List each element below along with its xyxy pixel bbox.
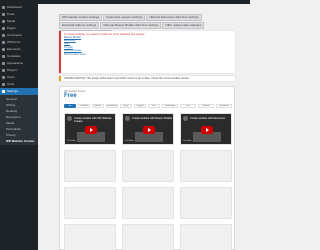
wrench-icon: [2, 83, 5, 86]
main-content: WP website creator settings Customize sup…: [40, 4, 250, 250]
category-filter: All Tutorials Beaver Elementor Brizy Oxygen Di…: [64, 104, 232, 108]
sidebar-item-label: Posts: [7, 12, 15, 16]
youtube-label: YouTube: [125, 140, 134, 142]
category-button[interactable]: Gutenberg: [162, 104, 178, 108]
play-icon[interactable]: [143, 126, 155, 134]
template-grid: Create website with WP Website Creator Yo…: [64, 113, 232, 250]
submenu-item-wp-website-creator[interactable]: WP Website Creator: [0, 138, 38, 144]
video-title: Create website with Beaver Builder: [132, 117, 173, 120]
sidebar-item-dashboard[interactable]: Dashboard: [0, 4, 38, 11]
video-title: Create website with Elementor: [190, 117, 226, 120]
category-button[interactable]: Essential Addons: [216, 104, 232, 108]
play-icon[interactable]: [201, 126, 213, 134]
elementor-icon: [2, 48, 5, 51]
youtube-label: YouTube: [67, 140, 76, 142]
category-button[interactable]: Divi: [148, 104, 160, 108]
tab-ultimate-beaver-builder-add-ons-settings[interactable]: Ultimate Beaver Builder Add-Ons settings: [100, 22, 162, 29]
template-placeholder-card[interactable]: [180, 150, 232, 182]
sidebar-item-tools[interactable]: Tools: [0, 81, 38, 88]
sidebar-item-users[interactable]: Users: [0, 74, 38, 81]
template-placeholder-card[interactable]: [180, 187, 232, 219]
tutorial-video-card[interactable]: Create website with WP Website Creator Yo…: [64, 113, 116, 145]
form-icon: [2, 41, 5, 44]
plugin-link[interactable]: Live Composer: [64, 49, 232, 52]
settings-icon: [2, 90, 5, 93]
sidebar-item-label: Templates: [7, 54, 21, 58]
category-button[interactable]: Elementor: [106, 104, 118, 108]
admin-sidebar: Dashboard Posts Media Pages Comments WPForms E…: [0, 4, 38, 250]
plugin-icon: [2, 69, 5, 72]
sidebar-item-label: Users: [7, 75, 15, 79]
sidebar-item-wpforms[interactable]: WPForms: [0, 39, 38, 46]
template-placeholder-card[interactable]: [64, 187, 116, 219]
settings-submenu: General Writing Reading Discussion Media Perm…: [0, 95, 38, 145]
tab-essential-addons-settings[interactable]: Essential Addons settings: [59, 22, 100, 29]
sidebar-item-comments[interactable]: Comments: [0, 32, 38, 39]
sidebar-item-label: WPForms: [7, 40, 21, 44]
pin-icon: [2, 13, 5, 16]
sidebar-item-label: Elementor: [7, 47, 21, 51]
template-placeholder-card[interactable]: [122, 150, 174, 182]
dashboard-icon: [2, 6, 5, 9]
category-button[interactable]: Ultimate Addons: [198, 104, 214, 108]
sidebar-item-label: Settings: [7, 89, 18, 93]
tutorial-video-card[interactable]: Create website with Elementor YouTube: [180, 113, 232, 145]
tab-wp-website-creator-settings[interactable]: WP website creator settings: [59, 14, 103, 21]
category-button[interactable]: Live Composer: [180, 104, 196, 108]
sidebar-item-media[interactable]: Media: [0, 18, 38, 25]
tutorial-video-card[interactable]: Create website with Beaver Builder YouTub…: [122, 113, 174, 145]
video-title: Create website with WP Website Creator: [74, 117, 112, 123]
youtube-label: YouTube: [183, 140, 192, 142]
user-icon: [2, 76, 5, 79]
tab-customize-support-settings[interactable]: Customize support settings: [103, 14, 146, 21]
library-title: Free: [64, 93, 77, 99]
sidebar-item-posts[interactable]: Posts: [0, 11, 38, 18]
folder-icon: [2, 55, 5, 58]
sidebar-item-label: Pages: [7, 26, 16, 30]
sidebar-item-label: Comments: [7, 33, 22, 37]
error-notice: To create websites you need to install o…: [59, 31, 235, 73]
sidebar-item-appearance[interactable]: Appearance: [0, 60, 38, 67]
sidebar-item-plugins[interactable]: Plugins: [0, 67, 38, 74]
brush-icon: [2, 62, 5, 65]
sidebar-item-label: Appearance: [7, 61, 24, 65]
channel-avatar: [67, 116, 72, 121]
update-notice: UPDATE NOTICE: This plugin works best if…: [59, 76, 235, 81]
category-button[interactable]: Brizy: [120, 104, 132, 108]
sidebar-item-templates[interactable]: Templates: [0, 53, 38, 60]
submenu-item-label: WP Website Creator: [6, 139, 35, 143]
sidebar-item-label: Plugins: [7, 68, 17, 72]
sidebar-item-label: Media: [7, 19, 16, 23]
update-notice-text: UPDATE NOTICE: This plugin works best if…: [64, 77, 190, 80]
template-placeholder-card[interactable]: [122, 187, 174, 219]
sidebar-item-label: Tools: [7, 82, 15, 86]
template-placeholder-card[interactable]: [64, 224, 116, 250]
tab-offer-ready-made-websites[interactable]: Offer ready-made websites: [162, 22, 205, 29]
category-button[interactable]: Oxygen: [134, 104, 146, 108]
sidebar-item-elementor[interactable]: Elementor: [0, 46, 38, 53]
dismiss-notice-link[interactable]: Dismiss this notice: [64, 53, 232, 56]
sidebar-item-label: Dashboard: [7, 5, 22, 9]
template-placeholder-card[interactable]: [64, 150, 116, 182]
channel-avatar: [183, 116, 188, 121]
tab-ultimate-elementor-add-ons-settings[interactable]: Ultimate Elementor Add-Ons settings: [146, 14, 202, 21]
template-placeholder-card[interactable]: [180, 224, 232, 250]
play-icon[interactable]: [85, 126, 97, 134]
media-icon: [2, 20, 5, 23]
channel-avatar: [125, 116, 130, 121]
page-icon: [2, 27, 5, 30]
template-library-panel: WP Website Creator Free All Tutorials Beav…: [59, 86, 235, 250]
category-button[interactable]: All: [64, 104, 76, 108]
sidebar-item-settings[interactable]: Settings: [0, 88, 38, 95]
category-button[interactable]: Tutorials: [78, 104, 90, 108]
comment-icon: [2, 34, 5, 37]
category-button[interactable]: Beaver: [92, 104, 104, 108]
template-placeholder-card[interactable]: [122, 224, 174, 250]
sidebar-item-pages[interactable]: Pages: [0, 25, 38, 32]
